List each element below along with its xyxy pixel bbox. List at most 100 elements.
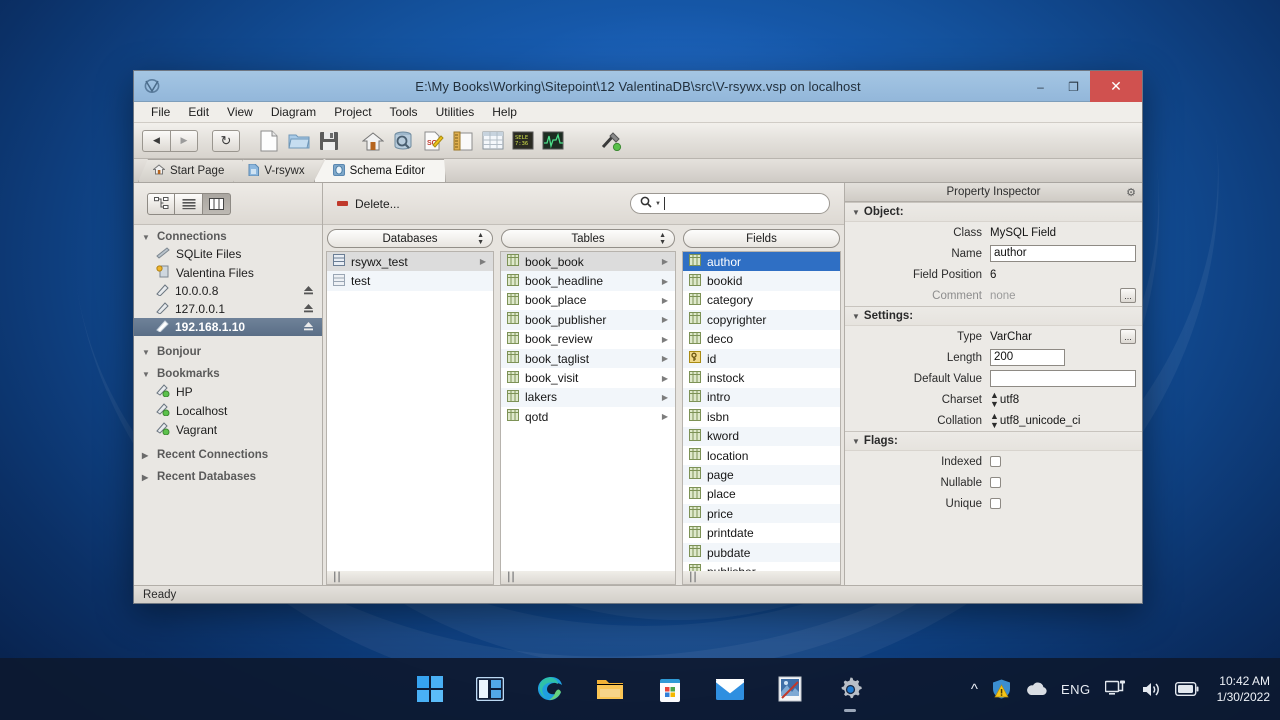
list-item[interactable]: book_taglist ▶ <box>501 348 675 369</box>
menu-item-diagram[interactable]: Diagram <box>262 102 325 123</box>
unique-checkbox[interactable] <box>990 498 1001 509</box>
forward-button[interactable]: ▶ <box>170 129 198 152</box>
column-view-button[interactable] <box>203 192 231 215</box>
home-icon[interactable] <box>360 128 386 154</box>
sql-editor-icon[interactable]: SQ <box>420 128 446 154</box>
list-item[interactable]: copyrighter <box>683 310 840 330</box>
photos-icon[interactable] <box>774 673 806 705</box>
tree-item-10-0-0-8[interactable]: 10.0.0.8 <box>134 282 322 300</box>
default-value-field[interactable] <box>990 370 1136 387</box>
list-item[interactable]: page <box>683 465 840 485</box>
taskbar-clock[interactable]: 10:42 AM 1/30/2022 <box>1217 673 1270 705</box>
window-titlebar[interactable]: E:\My Books\Working\Sitepoint\12 Valenti… <box>134 71 1142 102</box>
list-item[interactable]: author <box>683 252 840 272</box>
windows-security-warning-icon[interactable] <box>992 679 1011 699</box>
menu-item-file[interactable]: File <box>142 102 179 123</box>
start-button[interactable] <box>414 673 446 705</box>
language-indicator[interactable]: ENG <box>1061 682 1091 697</box>
section-settings[interactable]: ▼ Settings: <box>845 306 1142 326</box>
onedrive-icon[interactable] <box>1025 682 1047 696</box>
close-button[interactable]: ✕ <box>1090 71 1142 102</box>
open-folder-icon[interactable] <box>286 128 312 154</box>
list-item[interactable]: isbn <box>683 407 840 426</box>
show-hidden-icons-chevron-icon[interactable]: ^ <box>971 681 978 698</box>
list-item[interactable]: book_book ▶ <box>501 252 675 272</box>
menu-item-project[interactable]: Project <box>325 102 380 123</box>
tree-group-connections[interactable]: ▼ Connections <box>134 229 322 245</box>
databases-popup-button[interactable]: Databases ▲ ▼ <box>327 229 493 248</box>
tree-item-valentina-files[interactable]: Valentina Files <box>134 263 322 282</box>
volume-icon[interactable] <box>1141 681 1161 698</box>
list-item[interactable]: kword <box>683 426 840 446</box>
remote-desktop-icon[interactable] <box>1104 680 1127 698</box>
databases-list[interactable]: rsywx_test ▶ test <box>326 251 494 571</box>
tree-item-192-168-1-10[interactable]: 192.168.1.10 <box>134 318 322 336</box>
list-item[interactable]: pubdate <box>683 542 840 563</box>
menu-item-utilities[interactable]: Utilities <box>427 102 484 123</box>
report-ruler-icon[interactable] <box>450 128 476 154</box>
nullable-checkbox[interactable] <box>990 477 1001 488</box>
search-input[interactable]: ▼ <box>630 193 830 214</box>
stepper-arrows-icon[interactable]: ▲ ▼ <box>990 390 999 409</box>
length-field[interactable]: 200 <box>990 349 1065 366</box>
list-item[interactable]: bookid <box>683 271 840 291</box>
connect-plug-icon[interactable] <box>598 128 624 154</box>
tree-item-localhost[interactable]: Localhost <box>134 401 322 420</box>
database-search-icon[interactable] <box>390 128 416 154</box>
stepper-arrows-icon[interactable]: ▲ ▼ <box>990 411 999 430</box>
new-document-icon[interactable] <box>256 128 282 154</box>
diagram-view-button[interactable] <box>147 192 175 215</box>
column-resize-handle[interactable]: ┃┃ <box>682 571 841 585</box>
microsoft-store-icon[interactable] <box>654 673 686 705</box>
refresh-button[interactable]: ↻ <box>212 129 240 152</box>
chevron-down-icon[interactable]: ▼ <box>655 201 661 207</box>
delete-button[interactable]: Delete... <box>337 197 400 211</box>
tree-item-hp[interactable]: HP <box>134 382 322 401</box>
tab-v-rsywx[interactable]: V-rsywx <box>233 159 323 182</box>
maximize-button[interactable]: ❐ <box>1057 71 1090 102</box>
eject-icon[interactable] <box>303 285 314 297</box>
list-item[interactable]: intro <box>683 387 840 408</box>
battery-icon[interactable] <box>1174 682 1199 696</box>
list-item[interactable]: book_review ▶ <box>501 330 675 349</box>
section-object[interactable]: ▼ Object: <box>845 202 1142 222</box>
tree-item-vagrant[interactable]: Vagrant <box>134 420 322 439</box>
list-item[interactable]: deco <box>683 330 840 349</box>
comment-edit-button[interactable]: ... <box>1120 288 1136 303</box>
microsoft-edge-icon[interactable] <box>534 673 566 705</box>
menu-item-edit[interactable]: Edit <box>179 102 218 123</box>
list-item[interactable]: instock <box>683 368 840 387</box>
name-field[interactable]: author <box>990 245 1136 262</box>
menu-item-view[interactable]: View <box>218 102 262 123</box>
list-item[interactable]: printdate <box>683 523 840 542</box>
list-item[interactable]: category <box>683 291 840 310</box>
type-edit-button[interactable]: ... <box>1120 329 1136 344</box>
list-item[interactable]: qotd ▶ <box>501 407 675 426</box>
list-item[interactable]: book_place ▶ <box>501 291 675 310</box>
tab-start-page[interactable]: Start Page <box>138 159 243 182</box>
fields-list[interactable]: author bookid category copyrighter deco … <box>682 251 841 571</box>
list-item[interactable]: place <box>683 485 840 504</box>
task-view-button[interactable] <box>474 673 506 705</box>
data-grid-icon[interactable] <box>480 128 506 154</box>
list-item[interactable]: rsywx_test ▶ <box>327 252 493 272</box>
list-item[interactable]: lakers ▶ <box>501 387 675 408</box>
file-explorer-icon[interactable] <box>594 673 626 705</box>
tree-item-127-0-0-1[interactable]: 127.0.0.1 <box>134 300 322 318</box>
list-item[interactable]: test <box>327 271 493 291</box>
minimize-button[interactable]: – <box>1024 71 1057 102</box>
gear-icon[interactable]: ⚙ <box>1126 186 1136 199</box>
tables-list[interactable]: book_book ▶ book_headline ▶ book_place ▶… <box>500 251 676 571</box>
list-item[interactable]: book_headline ▶ <box>501 271 675 291</box>
list-item[interactable]: id <box>683 348 840 369</box>
section-flags[interactable]: ▼ Flags: <box>845 431 1142 451</box>
tab-schema-editor[interactable]: Schema Editor <box>314 159 446 182</box>
tree-group-bonjour[interactable]: ▼ Bonjour <box>134 344 322 360</box>
list-item[interactable]: location <box>683 446 840 465</box>
tree-group-recent-databases[interactable]: ▶ Recent Databases <box>134 469 322 485</box>
list-item[interactable]: book_publisher ▶ <box>501 310 675 330</box>
save-floppy-icon[interactable] <box>316 128 342 154</box>
list-item[interactable]: book_visit ▶ <box>501 368 675 387</box>
list-item[interactable]: publisher <box>683 562 840 571</box>
back-button[interactable]: ◀ <box>142 129 170 152</box>
